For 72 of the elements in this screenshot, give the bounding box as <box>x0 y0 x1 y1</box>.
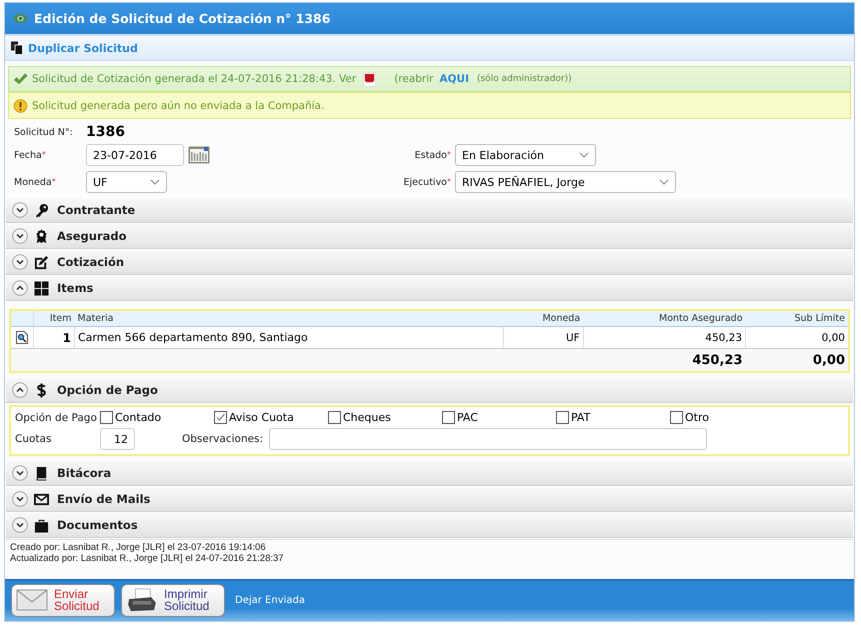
section-header[interactable]: Envío de Mails <box>6 486 853 512</box>
section-header[interactable]: Bitácora <box>6 460 853 486</box>
check-icon <box>13 72 28 86</box>
column-header: Sub Límite <box>746 311 848 326</box>
view-icon[interactable] <box>16 331 28 344</box>
chevron-icon <box>150 179 160 185</box>
grid-icon <box>34 280 49 296</box>
calendar-icon[interactable] <box>188 146 210 164</box>
checkbox-label[interactable]: Otro <box>685 411 709 424</box>
section-header[interactable]: Opción de Pago <box>6 377 853 403</box>
select-field[interactable]: UF <box>86 171 167 193</box>
field-label: Moneda* <box>14 176 57 188</box>
field-label: Opción de Pago <box>15 412 98 424</box>
column-header: Item <box>34 311 74 326</box>
checkbox-label[interactable]: PAC <box>457 411 478 424</box>
admin-note: (sólo administrador)) <box>476 74 572 84</box>
total-cell: 0,00 <box>746 348 848 371</box>
field-label: Observaciones: <box>182 433 264 445</box>
section-header[interactable]: Contratante <box>6 197 853 223</box>
audit-text: Creado por: Lasnibat R., Jorge [JLR] el 23-07-2016 19:14:06 <box>10 542 267 553</box>
installments-field[interactable]: 12 <box>100 428 135 450</box>
section-header[interactable]: Asegurado <box>6 223 853 249</box>
notes-field[interactable] <box>269 428 708 450</box>
pdf-icon[interactable] <box>363 72 376 86</box>
field-label: Ejecutivo* <box>402 176 451 188</box>
checkbox-label[interactable]: Cheques <box>343 411 391 424</box>
checkbox[interactable] <box>328 411 341 424</box>
dollar-icon <box>34 382 49 398</box>
eye-icon <box>13 13 28 24</box>
chevron-icon <box>659 179 669 185</box>
printer-icon <box>126 588 158 612</box>
field-label: Fecha* <box>14 150 47 160</box>
copy-icon <box>10 41 24 55</box>
window-title: Edición de Solicitud de Cotización n° 1386 <box>34 11 330 26</box>
mail-icon <box>34 492 49 506</box>
checkbox[interactable] <box>556 411 569 424</box>
checkbox[interactable] <box>442 411 455 424</box>
award-icon <box>34 228 49 244</box>
chevron-icon <box>579 152 589 158</box>
section-header[interactable]: Cotización <box>6 249 853 275</box>
section-header[interactable]: Items <box>6 275 853 301</box>
column-header: Moneda <box>504 311 584 326</box>
request-number: 1386 <box>86 124 125 140</box>
checkbox-label[interactable]: Contado <box>115 411 162 424</box>
field-label: Cuotas <box>15 433 52 445</box>
reopen-text: (reabrir <box>394 73 434 85</box>
warning-icon <box>13 98 28 112</box>
section-header[interactable]: Documentos <box>6 512 853 538</box>
message-text: Solicitud de Cotización generada el 24-07-2016 21:28:43. Ver <box>32 73 356 85</box>
key-icon <box>34 202 49 218</box>
select-field[interactable]: En Elaboración <box>455 144 596 166</box>
checkbox[interactable] <box>100 411 113 424</box>
checkbox[interactable] <box>670 411 683 424</box>
envelope-icon <box>16 588 48 612</box>
select-field[interactable]: RIVAS PEÑAFIEL, Jorge <box>455 171 676 193</box>
total-cell: 450,23 <box>583 348 746 371</box>
leave-sent-link[interactable]: Dejar Enviada <box>235 594 306 606</box>
edit-icon <box>34 254 49 270</box>
send-button[interactable]: Enviar Solicitud <box>11 584 115 616</box>
briefcase-icon <box>34 518 49 532</box>
book-icon <box>34 466 49 480</box>
audit-text: Actualizado por: Lasnibat R., Jorge [JLR] el 24-07-2016 21:28:37 <box>10 553 285 564</box>
field-label: Estado* <box>414 150 451 160</box>
column-header: Materia <box>74 311 504 326</box>
checkbox-label[interactable]: Aviso Cuota <box>229 411 294 424</box>
message-text: Solicitud generada pero aún no enviada a la Compañía. <box>32 100 324 112</box>
checkbox[interactable] <box>214 411 227 424</box>
date-field[interactable]: 23-07-2016 <box>86 144 184 166</box>
checkbox-label[interactable]: PAT <box>571 411 590 424</box>
field-label: Solicitud N°: <box>14 126 74 138</box>
print-button[interactable]: Imprimir Solicitud <box>121 584 225 616</box>
column-header: Monto Asegurado <box>583 311 746 326</box>
